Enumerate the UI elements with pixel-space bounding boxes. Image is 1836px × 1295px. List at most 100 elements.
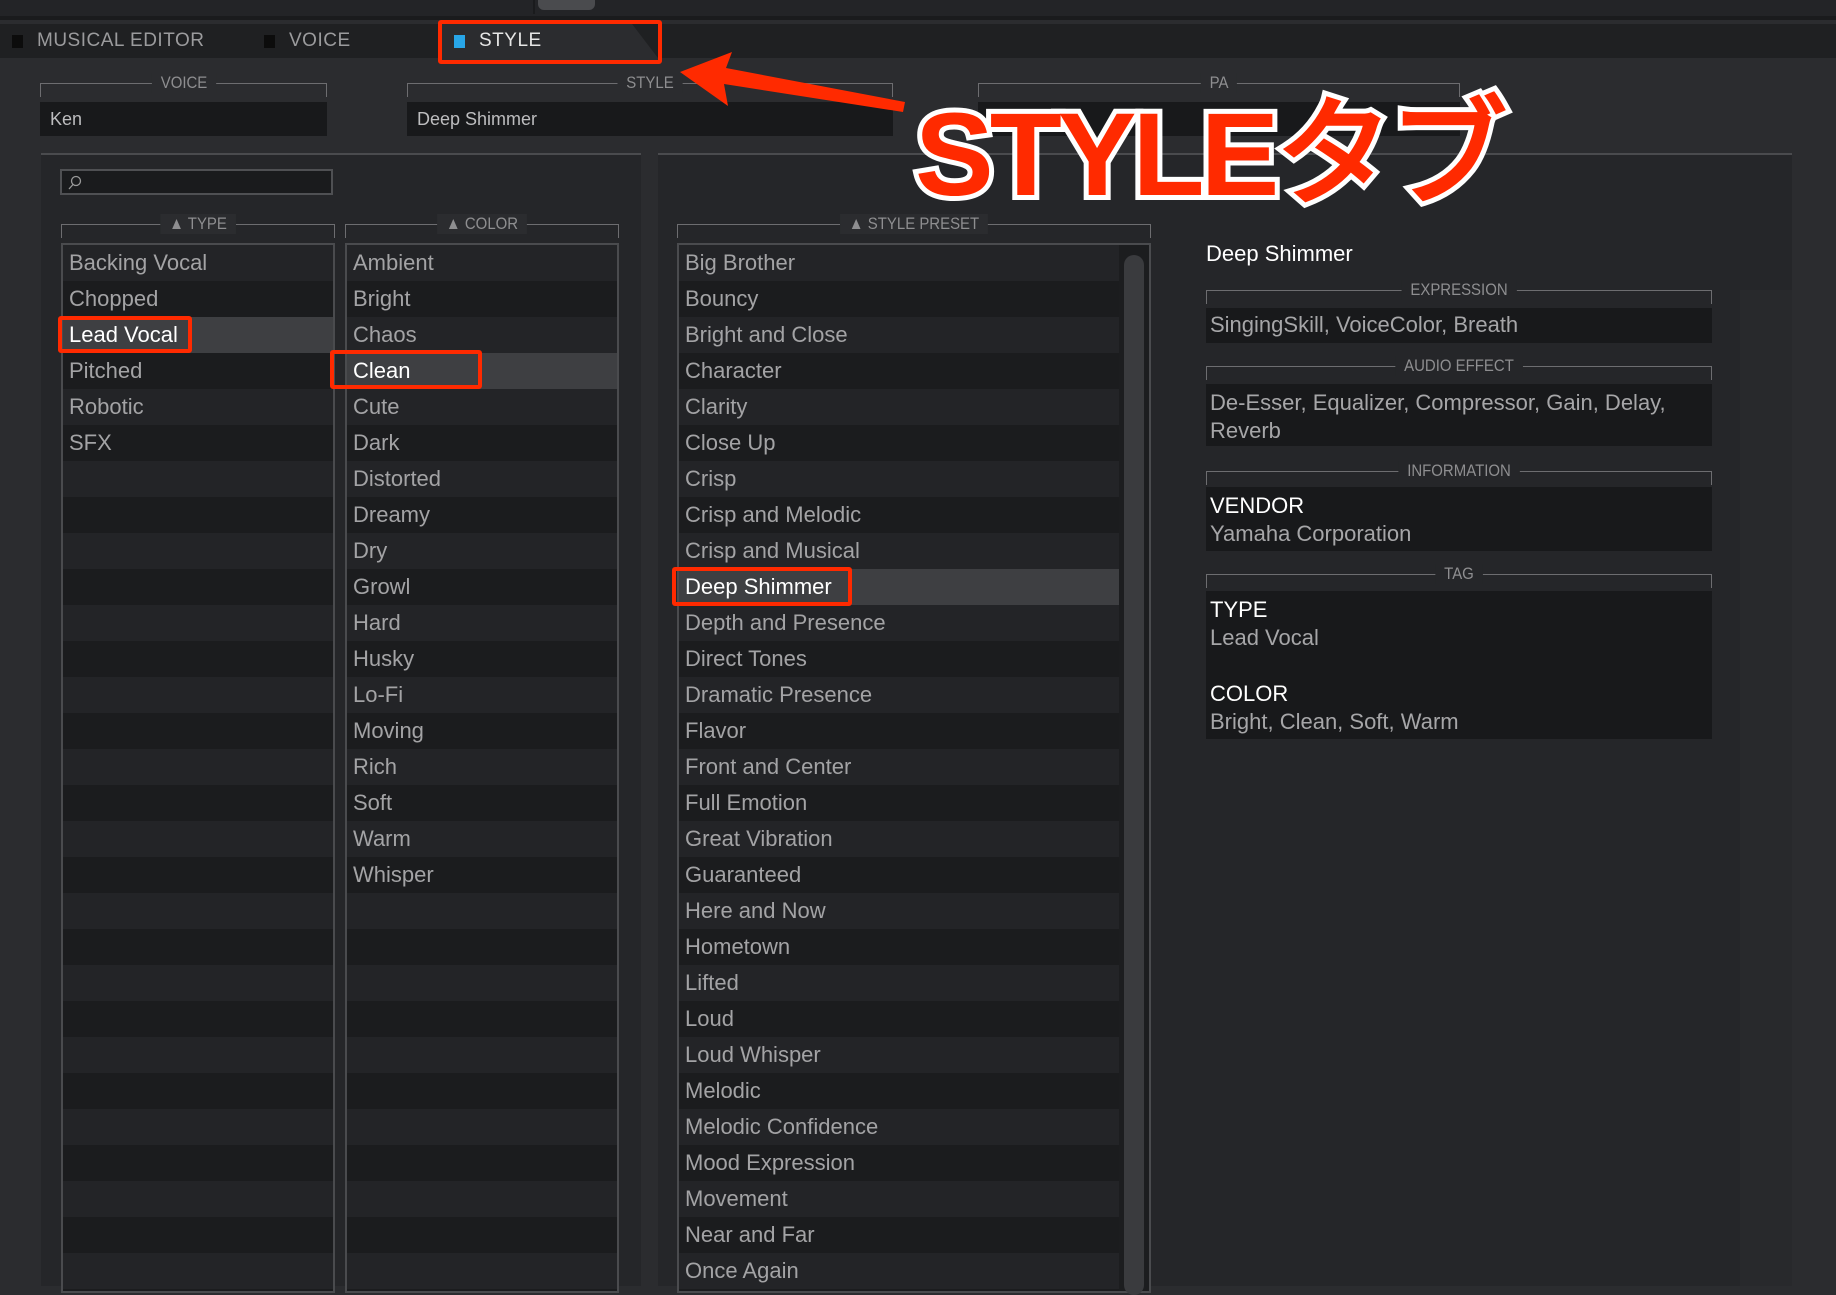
empty-row: [63, 821, 333, 857]
list-item[interactable]: Loud Whisper: [679, 1037, 1119, 1073]
voice-label: VOICE: [151, 73, 216, 93]
list-item[interactable]: Dark: [347, 425, 617, 461]
list-item[interactable]: Character: [679, 353, 1119, 389]
annotation-arrow-icon: [680, 52, 905, 112]
list-item[interactable]: Bouncy: [679, 281, 1119, 317]
list-item[interactable]: Backing Vocal: [63, 245, 333, 281]
empty-row: [63, 1217, 333, 1253]
empty-row: [347, 1181, 617, 1217]
empty-row: [63, 1073, 333, 1109]
expression-box: SingingSkill, VoiceColor, Breath: [1206, 308, 1712, 343]
color-key: COLOR: [1210, 681, 1289, 706]
tab-label: VOICE: [289, 30, 351, 51]
list-item[interactable]: Dry: [347, 533, 617, 569]
list-item[interactable]: Here and Now: [679, 893, 1119, 929]
list-item[interactable]: Dreamy: [347, 497, 617, 533]
list-item[interactable]: Hard: [347, 605, 617, 641]
list-item[interactable]: Movement: [679, 1181, 1119, 1217]
list-item[interactable]: Crisp and Melodic: [679, 497, 1119, 533]
empty-row: [347, 1145, 617, 1181]
tab-voice[interactable]: VOICE: [264, 24, 434, 58]
list-item[interactable]: Lifted: [679, 965, 1119, 1001]
list-item[interactable]: Crisp and Musical: [679, 533, 1119, 569]
list-item[interactable]: Husky: [347, 641, 617, 677]
list-item[interactable]: Melodic: [679, 1073, 1119, 1109]
list-item[interactable]: Chaos: [347, 317, 617, 353]
tab-musical-editor[interactable]: MUSICAL EDITOR: [12, 24, 252, 58]
list-item[interactable]: Great Vibration: [679, 821, 1119, 857]
empty-row: [63, 1037, 333, 1073]
empty-row: [63, 497, 333, 533]
list-item[interactable]: Front and Center: [679, 749, 1119, 785]
list-item[interactable]: Cute: [347, 389, 617, 425]
color-list: Ambient Bright Chaos Clean Cute Dark Distorted…: [345, 243, 619, 1293]
empty-row: [63, 1253, 333, 1289]
empty-row: [63, 893, 333, 929]
preset-scrollbar[interactable]: [1124, 255, 1144, 1295]
list-item[interactable]: Rich: [347, 749, 617, 785]
list-item[interactable]: Dramatic Presence: [679, 677, 1119, 713]
empty-row: [347, 1037, 617, 1073]
list-item[interactable]: Distorted: [347, 461, 617, 497]
list-item[interactable]: Warm: [347, 821, 617, 857]
color-header[interactable]: ▲ COLOR: [345, 214, 619, 238]
list-item[interactable]: Flavor: [679, 713, 1119, 749]
list-item[interactable]: Bright and Close: [679, 317, 1119, 353]
expression-label: EXPRESSION: [1401, 280, 1517, 300]
list-item[interactable]: Ambient: [347, 245, 617, 281]
color-value: Bright, Clean, Soft, Warm: [1210, 709, 1459, 734]
empty-row: [347, 1073, 617, 1109]
type-value: Lead Vocal: [1210, 625, 1319, 650]
information-header: INFORMATION: [1206, 461, 1712, 485]
expression-header: EXPRESSION: [1206, 280, 1712, 304]
empty-row: [63, 533, 333, 569]
empty-row: [63, 785, 333, 821]
divider: [533, 0, 535, 14]
list-item[interactable]: Near and Far: [679, 1217, 1119, 1253]
top-bar: [0, 0, 1836, 20]
list-item[interactable]: Clarity: [679, 389, 1119, 425]
list-item[interactable]: Bright: [347, 281, 617, 317]
list-item[interactable]: Melodic Confidence: [679, 1109, 1119, 1145]
list-item[interactable]: Chopped: [63, 281, 333, 317]
list-item[interactable]: Big Brother: [679, 245, 1119, 281]
list-item[interactable]: SFX: [63, 425, 333, 461]
list-item[interactable]: Guaranteed: [679, 857, 1119, 893]
list-item[interactable]: Crisp: [679, 461, 1119, 497]
list-item[interactable]: Hometown: [679, 929, 1119, 965]
list-item[interactable]: Once Again: [679, 1253, 1119, 1289]
list-item[interactable]: Depth and Presence: [679, 605, 1119, 641]
tag-box: TYPE Lead Vocal COLOR Bright, Clean, Soft, …: [1206, 591, 1712, 739]
information-label: INFORMATION: [1398, 461, 1520, 481]
list-item[interactable]: Moving: [347, 713, 617, 749]
list-item[interactable]: Lo-Fi: [347, 677, 617, 713]
list-item[interactable]: Loud: [679, 1001, 1119, 1037]
list-item[interactable]: Direct Tones: [679, 641, 1119, 677]
annotation-box-clean: [330, 350, 482, 389]
list-item[interactable]: Full Emotion: [679, 785, 1119, 821]
audio-effect-header: AUDIO EFFECT: [1206, 356, 1712, 380]
tag-label: TAG: [1435, 564, 1483, 584]
tab-indicator-icon: [12, 34, 23, 48]
list-item[interactable]: Soft: [347, 785, 617, 821]
search-input[interactable]: [60, 169, 333, 195]
audio-effect-label: AUDIO EFFECT: [1395, 356, 1523, 376]
list-item[interactable]: Close Up: [679, 425, 1119, 461]
empty-row: [347, 929, 617, 965]
voice-field[interactable]: Ken: [40, 102, 327, 136]
list-item[interactable]: Robotic: [63, 389, 333, 425]
type-header[interactable]: ▲ TYPE: [61, 214, 335, 238]
empty-row: [63, 1289, 333, 1291]
list-item[interactable]: Whisper: [347, 857, 617, 893]
scrollbar-thumb[interactable]: [538, 0, 595, 10]
list-item[interactable]: Growl: [347, 569, 617, 605]
empty-row: [63, 965, 333, 1001]
type-list: Backing Vocal Chopped Lead Vocal Pitched Rob…: [61, 243, 335, 1293]
empty-row: [63, 461, 333, 497]
voice-header: VOICE: [40, 73, 327, 97]
empty-row: [63, 713, 333, 749]
empty-row: [63, 857, 333, 893]
list-item[interactable]: Mood Expression: [679, 1145, 1119, 1181]
list-item[interactable]: Pitched: [63, 353, 333, 389]
tab-indicator-icon: [264, 34, 275, 48]
